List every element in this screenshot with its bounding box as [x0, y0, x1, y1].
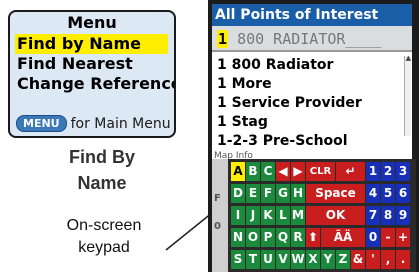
scroll-up-arrow-icon[interactable]: ▲: [406, 54, 411, 62]
arrow-right-icon[interactable]: ▶: [291, 162, 305, 181]
shift-icon[interactable]: ⬆: [306, 228, 320, 247]
onscreen-keypad: A B C ◀ ▶ CLR ↵ 1 2 3 D E F G H Space 4 5 6 I J K L M OK 7 8 9 N O P Q R…: [228, 159, 416, 272]
key-u[interactable]: U: [261, 250, 275, 269]
key-'[interactable]: ': [366, 250, 380, 269]
background-strip: F 0: [212, 159, 228, 272]
key-y[interactable]: Y: [321, 250, 335, 269]
entry-cursor: 1: [217, 30, 229, 48]
key-l[interactable]: L: [276, 206, 290, 225]
search-input[interactable]: 1 800 RADIATOR____: [212, 26, 412, 52]
menu-footer-text: for Main Menu: [70, 115, 171, 132]
key-+[interactable]: +: [396, 228, 410, 247]
keypad-grid: A B C ◀ ▶ CLR ↵ 1 2 3 D E F G H Space 4 5 6 I J K L M OK 7 8 9 N O P Q R…: [231, 162, 416, 269]
caption-main-line1: Find By: [69, 147, 135, 167]
key-c[interactable]: C: [261, 162, 275, 181]
key-0[interactable]: 0: [366, 228, 380, 247]
strip-char: F: [214, 193, 221, 204]
key-k[interactable]: K: [261, 206, 275, 225]
arrow-left-icon[interactable]: ◀: [276, 162, 290, 181]
results-list: 1 800 Radiator 1 More 1 Service Provider…: [212, 52, 412, 151]
key-&[interactable]: &: [351, 250, 365, 269]
key-g[interactable]: G: [276, 184, 290, 203]
key-4[interactable]: 4: [366, 184, 380, 203]
key-clr[interactable]: CLR: [306, 162, 335, 181]
key-7[interactable]: 7: [366, 206, 380, 225]
key-w[interactable]: W: [291, 250, 305, 269]
key-,[interactable]: ,: [381, 250, 395, 269]
menu-footer: MENU for Main Menu: [16, 115, 171, 132]
key-m[interactable]: M: [291, 206, 305, 225]
list-item[interactable]: 1 More: [212, 75, 412, 94]
entry-text: 800 RADIATOR____: [237, 30, 382, 48]
key-5[interactable]: 5: [381, 184, 395, 203]
key-p[interactable]: P: [261, 228, 275, 247]
key-ok[interactable]: OK: [306, 206, 365, 225]
menu-item-find-by-name[interactable]: Find by Name: [15, 34, 168, 54]
key-h[interactable]: H: [291, 184, 305, 203]
screen-title-bar: All Points of Interest: [212, 4, 412, 26]
key--[interactable]: -: [381, 228, 395, 247]
device-screen: All Points of Interest 1 800 RADIATOR___…: [212, 4, 416, 272]
key-d[interactable]: D: [231, 184, 245, 203]
key-ãä[interactable]: ÃÄ: [321, 228, 365, 247]
enter-icon[interactable]: ↵: [336, 162, 365, 181]
caption-main-line2: Name: [77, 173, 127, 193]
device-frame: All Points of Interest 1 800 RADIATOR___…: [208, 0, 419, 272]
caption-onscreen-keypad: On-screen keypad: [44, 215, 164, 259]
menu-item-change-reference[interactable]: Change Reference: [15, 74, 174, 94]
list-item[interactable]: 1-2-3 Pre-School: [212, 132, 412, 151]
menu-title: Menu: [67, 13, 117, 32]
key-1[interactable]: 1: [366, 162, 380, 181]
caption-find-by-name: Find By Name: [62, 144, 142, 196]
scrollbar[interactable]: [404, 56, 411, 136]
menu-key-icon: MENU: [16, 115, 67, 132]
key-b[interactable]: B: [246, 162, 260, 181]
list-item[interactable]: 1 Service Provider: [212, 94, 412, 113]
key-x[interactable]: X: [306, 250, 320, 269]
list-item[interactable]: 1 800 Radiator: [212, 56, 412, 75]
caption-keypad-line2: keypad: [78, 239, 130, 256]
list-item[interactable]: 1 Stag: [212, 113, 412, 132]
key-v[interactable]: V: [276, 250, 290, 269]
key-j[interactable]: J: [246, 206, 260, 225]
key-3[interactable]: 3: [396, 162, 410, 181]
menu-panel: Menu Find by Name Find Nearest Change Re…: [8, 10, 176, 138]
key-2[interactable]: 2: [381, 162, 395, 181]
key-space[interactable]: Space: [306, 184, 365, 203]
key-8[interactable]: 8: [381, 206, 395, 225]
key-f[interactable]: F: [261, 184, 275, 203]
menu-item-find-nearest[interactable]: Find Nearest: [15, 54, 174, 74]
key-6[interactable]: 6: [396, 184, 410, 203]
key-a[interactable]: A: [231, 162, 245, 181]
caption-keypad-line1: On-screen: [66, 217, 142, 234]
key-z[interactable]: Z: [336, 250, 350, 269]
key-s[interactable]: S: [231, 250, 245, 269]
strip-char: 0: [214, 221, 221, 232]
key-n[interactable]: N: [231, 228, 245, 247]
key-o[interactable]: O: [246, 228, 260, 247]
key-i[interactable]: I: [231, 206, 245, 225]
key-r[interactable]: R: [291, 228, 305, 247]
key-9[interactable]: 9: [396, 206, 410, 225]
key-q[interactable]: Q: [276, 228, 290, 247]
key-e[interactable]: E: [246, 184, 260, 203]
key-t[interactable]: T: [246, 250, 260, 269]
key-.[interactable]: .: [396, 250, 410, 269]
